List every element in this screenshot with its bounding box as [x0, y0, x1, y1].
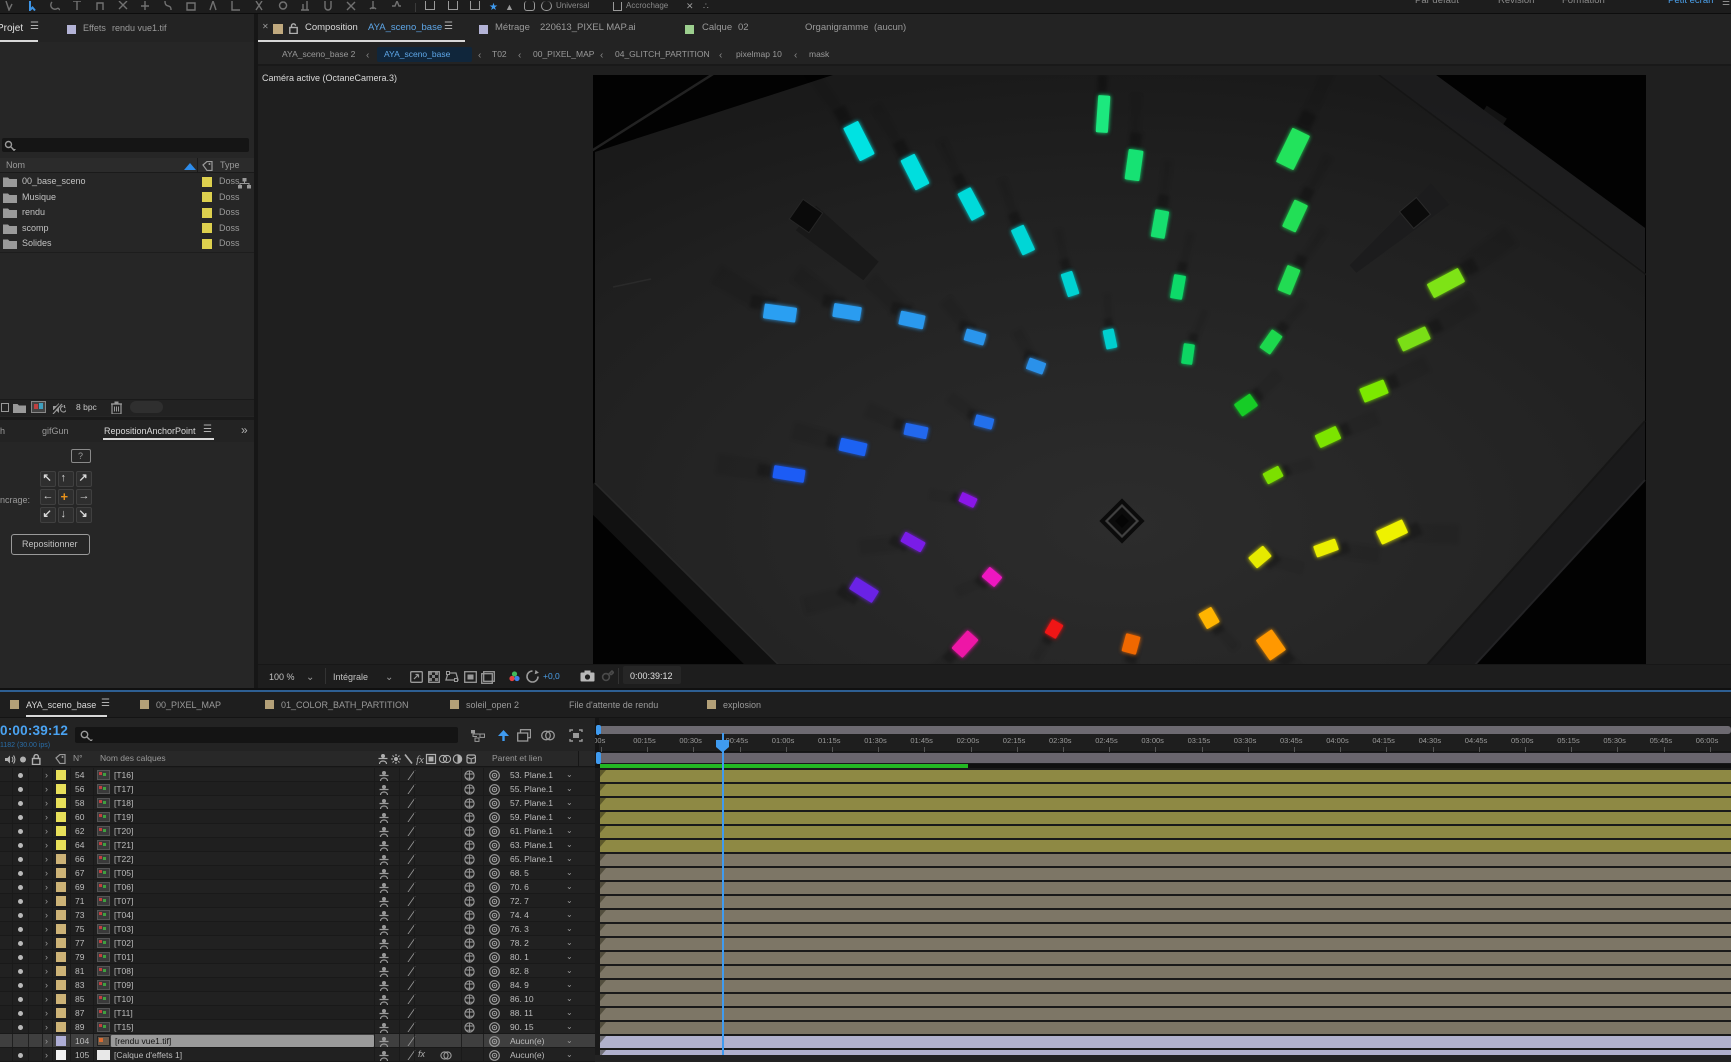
svg-text:fx: fx — [416, 754, 424, 765]
